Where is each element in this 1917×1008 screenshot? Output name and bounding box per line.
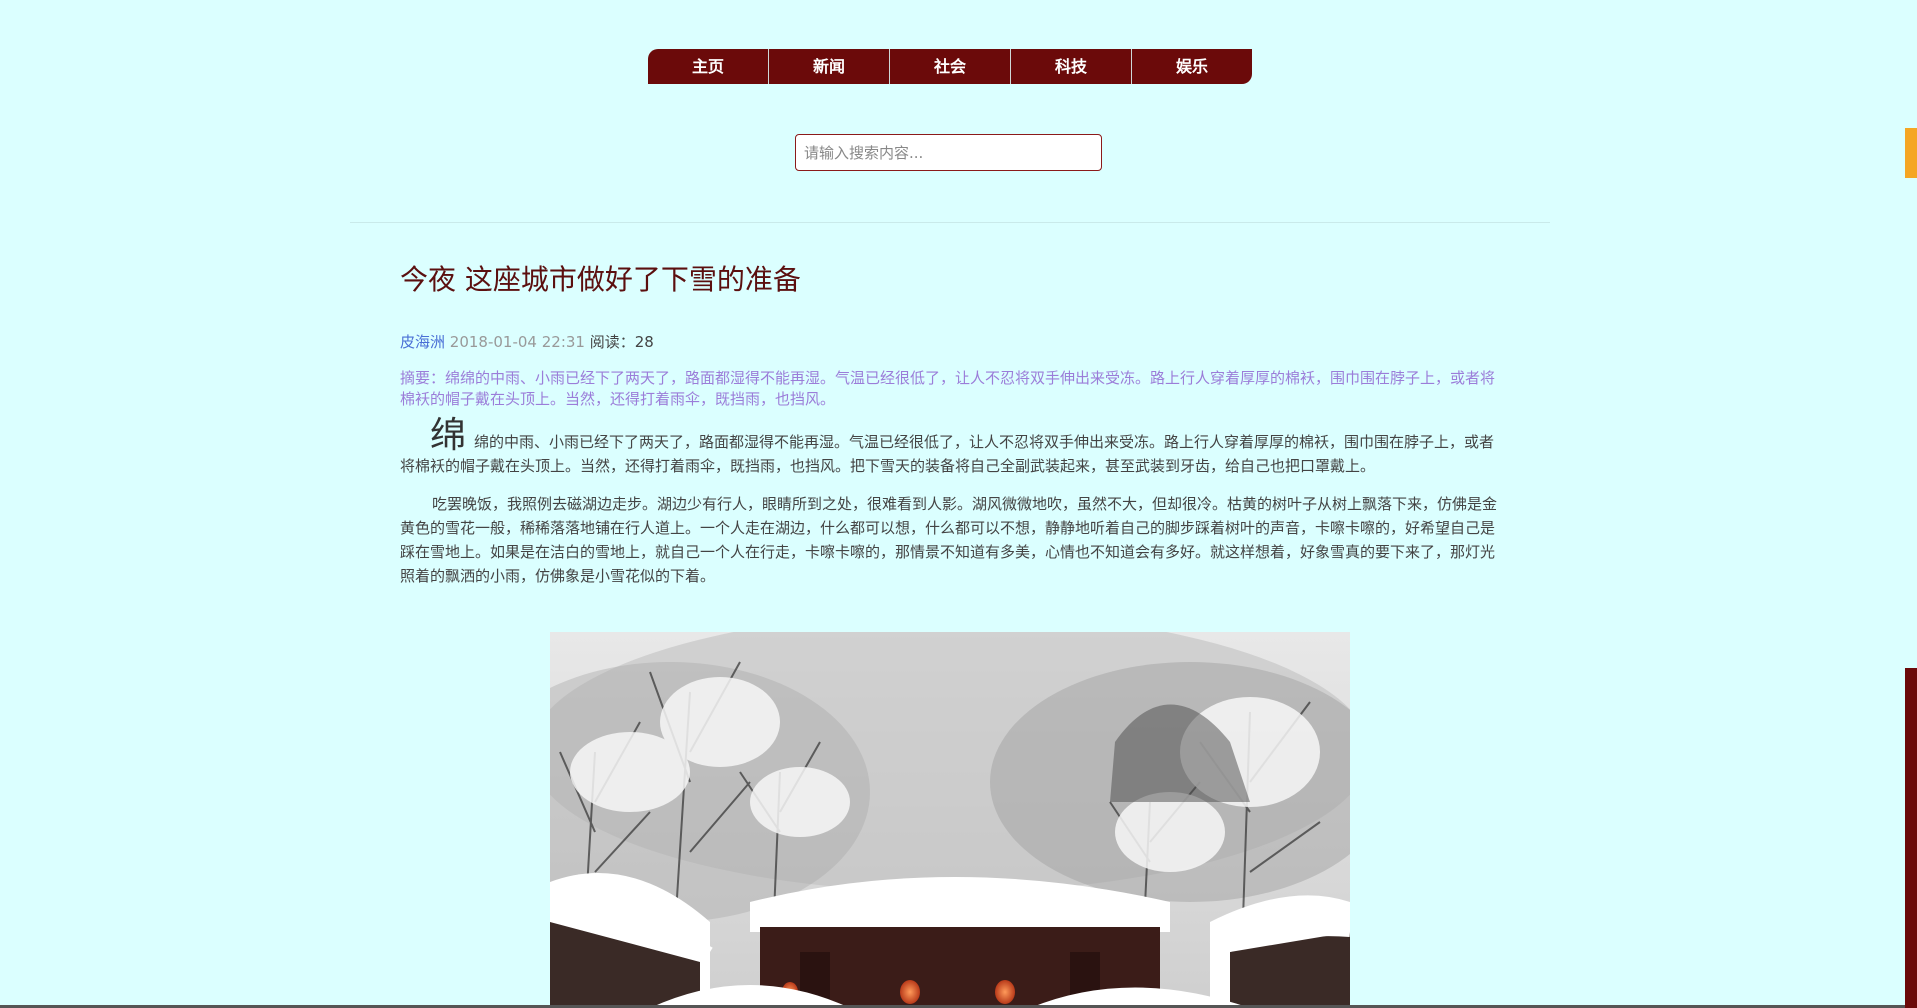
vertical-scrollbar[interactable]	[1905, 0, 1917, 1008]
paragraph-text: 绵的中雨、小雨已经下了两天了，路面都湿得不能再湿。气温已经很低了，让人不忍将双手…	[400, 433, 1495, 475]
scrollbar-thumb[interactable]	[1905, 668, 1917, 1008]
nav-item-entertainment[interactable]: 娱乐	[1132, 49, 1252, 84]
nav-item-society[interactable]: 社会	[890, 49, 1011, 84]
article-paragraph: 吃罢晚饭，我照例去磁湖边走步。湖边少有行人，眼睛所到之处，很难看到人影。湖风微微…	[400, 495, 1498, 585]
drop-cap: 绵	[430, 415, 467, 456]
read-label: 阅读：	[589, 333, 635, 351]
search-input[interactable]	[795, 134, 1102, 171]
read-count: 28	[634, 333, 654, 351]
scrollbar-marker	[1905, 128, 1917, 178]
nav-item-news[interactable]: 新闻	[769, 49, 890, 84]
nav-item-tech[interactable]: 科技	[1011, 49, 1132, 84]
publish-date: 2018-01-04 22:31	[449, 333, 585, 351]
article: 今夜 这座城市做好了下雪的准备 皮海洲 2018-01-04 22:31 阅读：…	[400, 250, 1500, 588]
divider	[350, 222, 1550, 223]
snow-scene-image	[550, 632, 1350, 1008]
article-meta: 皮海洲 2018-01-04 22:31 阅读：28	[400, 331, 1500, 352]
page: 主页 新闻 社会 科技 娱乐 今夜 这座城市做好了下雪的准备 皮海洲 2018-…	[0, 0, 1917, 1008]
article-summary: 摘要：绵绵的中雨、小雨已经下了两天了，路面都湿得不能再湿。气温已经很低了，让人不…	[400, 369, 1496, 408]
nav-item-home[interactable]: 主页	[648, 49, 769, 84]
main-nav: 主页 新闻 社会 科技 娱乐	[648, 49, 1252, 84]
author-link[interactable]: 皮海洲	[400, 333, 445, 351]
article-paragraph: 绵绵的中雨、小雨已经下了两天了，路面都湿得不能再湿。气温已经很低了，让人不忍将双…	[400, 418, 1500, 478]
article-title: 今夜 这座城市做好了下雪的准备	[400, 263, 801, 296]
